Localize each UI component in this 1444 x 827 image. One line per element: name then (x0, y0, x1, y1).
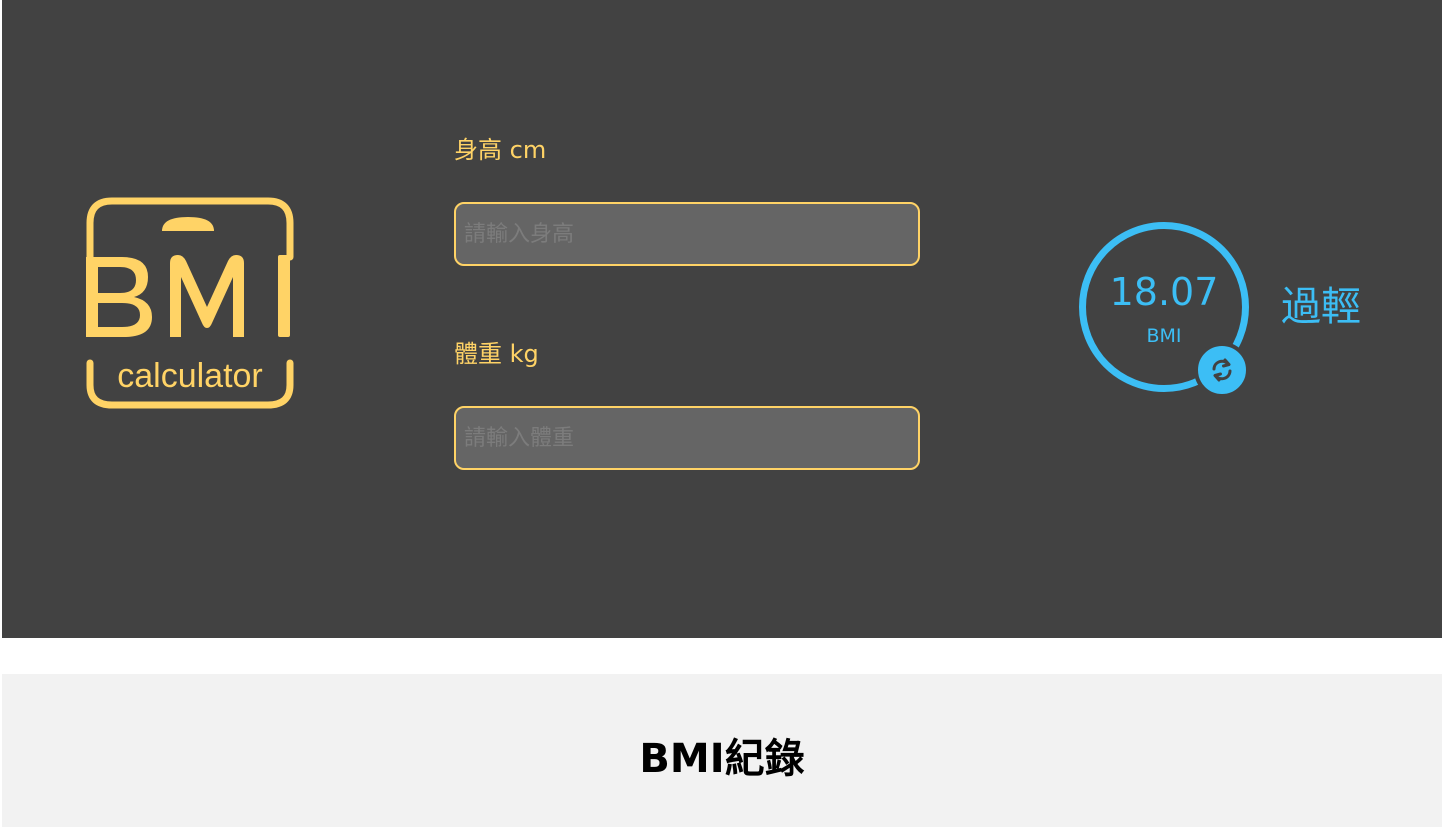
refresh-icon (1212, 358, 1232, 382)
bmi-logo: calculator (86, 197, 294, 409)
height-input[interactable] (454, 202, 920, 266)
weight-input[interactable] (454, 406, 920, 470)
reset-button[interactable] (1194, 342, 1250, 398)
bmi-status: 過輕 (1281, 284, 1361, 330)
weight-label: 體重 kg (454, 340, 539, 368)
records-section: BMI紀錄 (2, 674, 1442, 827)
header-section: calculator 身高 cm 體重 kg 18.07 BMI 過輕 (2, 0, 1442, 638)
logo-subtitle: calculator (117, 357, 263, 395)
bmi-value: 18.07 (1109, 270, 1219, 314)
records-title: BMI紀錄 (639, 736, 805, 782)
height-label: 身高 cm (454, 136, 547, 164)
